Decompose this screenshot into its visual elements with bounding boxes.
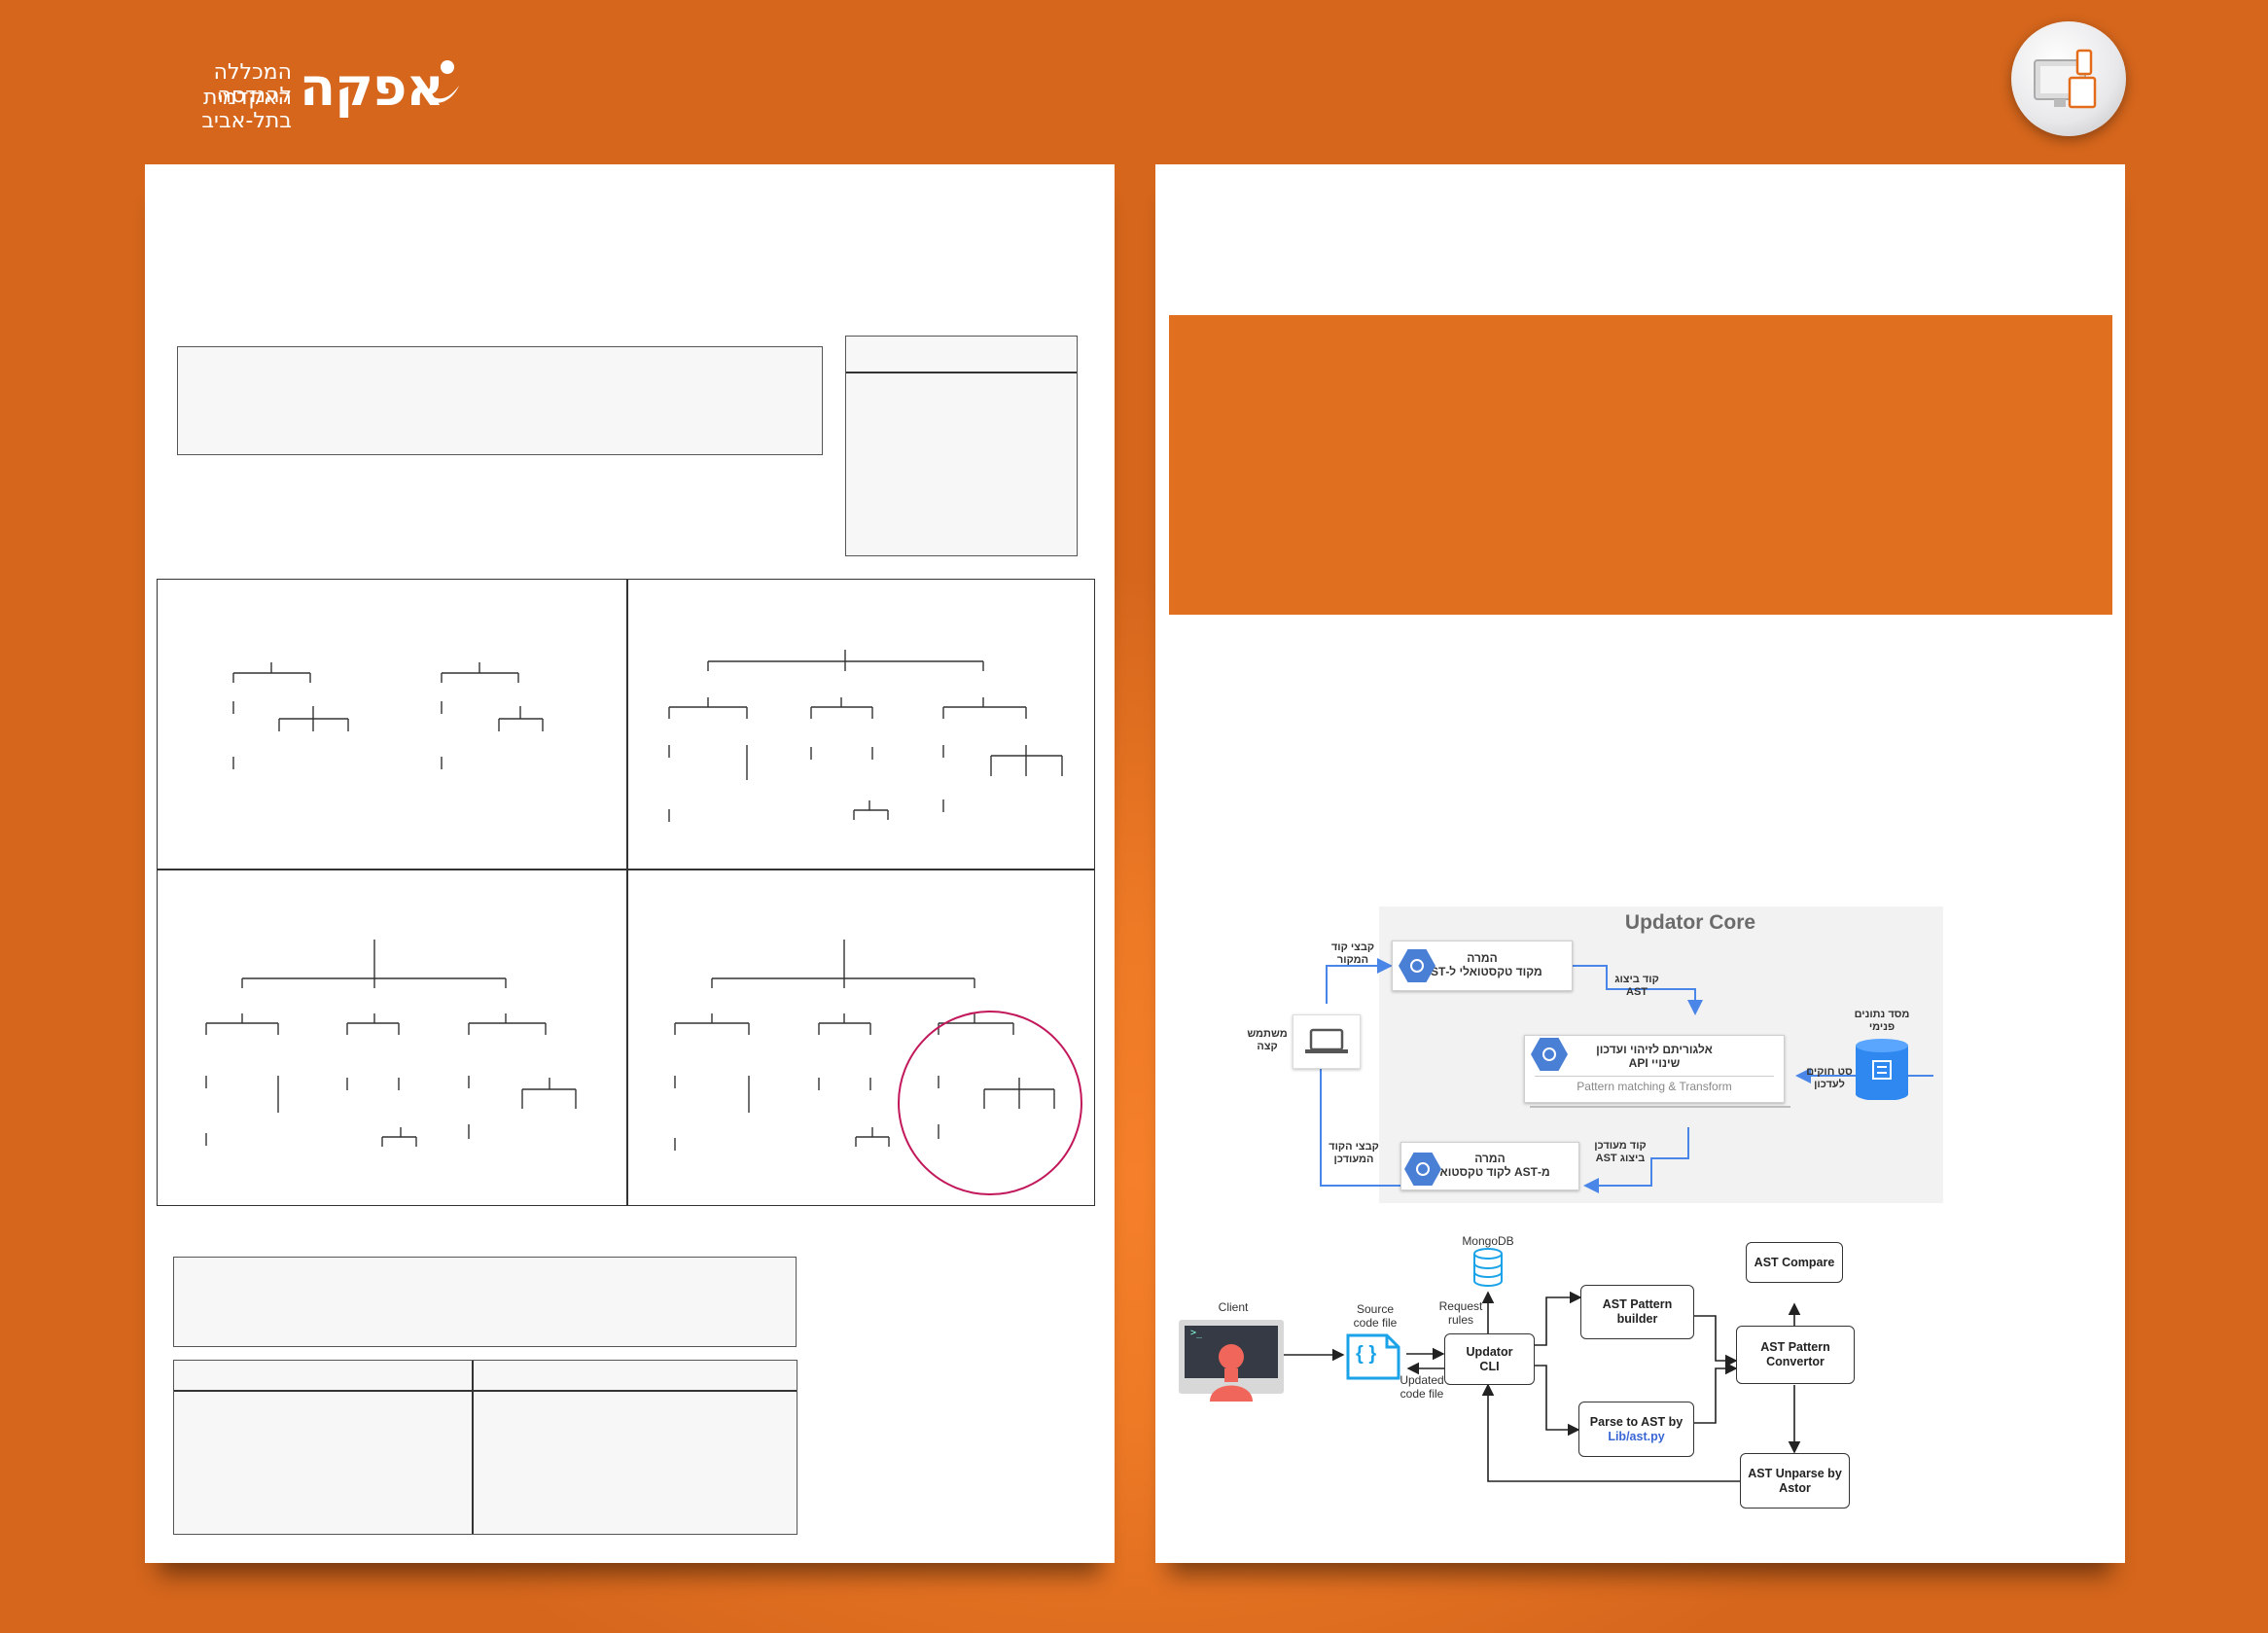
logo-wordmark: אפקה xyxy=(300,56,444,118)
ast-pattern-convertor-node: AST Pattern Convertor xyxy=(1736,1326,1855,1384)
terminal-prompt-icon: >_ xyxy=(1190,1328,1203,1338)
client-person-icon xyxy=(1210,1344,1253,1402)
bottom-table-column-line xyxy=(472,1361,474,1534)
label-source-files: קבצי קוד המקור xyxy=(1330,941,1375,966)
orange-highlight-block xyxy=(1169,315,2112,615)
label-request-rules: Request rules xyxy=(1438,1299,1483,1327)
text-box-bottom xyxy=(173,1257,797,1347)
ast-tree-diagrams xyxy=(205,650,1082,1195)
label-updated-code-file: Updated code file xyxy=(1400,1373,1444,1401)
label-updated-files: קבצי הקוד המעודכן xyxy=(1329,1141,1379,1165)
algorithm-box: אלגוריתם לזיהוי ועדכון שינויי API Patter… xyxy=(1524,1035,1785,1103)
internal-db-icon xyxy=(1854,1038,1910,1101)
updator-cli-node: Updator CLI xyxy=(1444,1333,1535,1385)
algorithm-stack-shadow xyxy=(1530,1103,1790,1108)
devices-monitor-icon xyxy=(2034,49,2097,109)
label-updated-ast: קוד מעודכן ביצוג AST xyxy=(1594,1140,1647,1164)
label-ast-code: קוד ביצוג AST xyxy=(1614,974,1659,998)
devices-badge xyxy=(2011,21,2126,136)
tree-grid xyxy=(157,579,1095,1206)
label-mongodb: MongoDB xyxy=(1462,1234,1514,1248)
parse-to-ast-link: Lib/ast.py xyxy=(1608,1429,1665,1443)
ast-pattern-builder-node: AST Pattern builder xyxy=(1580,1285,1694,1339)
mongodb-icon xyxy=(1472,1248,1504,1287)
bottom-table xyxy=(173,1360,797,1535)
algorithm-subtitle: Pattern matching & Transform xyxy=(1535,1076,1774,1093)
logo-subtitle-2: להנדסה בתל-אביב xyxy=(201,84,292,133)
label-source-code-file: Source code file xyxy=(1353,1302,1398,1330)
laptop-icon xyxy=(1305,1028,1348,1053)
side-table xyxy=(845,336,1078,556)
parse-to-ast-node: Parse to AST by Lib/ast.py xyxy=(1578,1402,1694,1457)
label-update-rules: סט חוקים לעדכון xyxy=(1806,1066,1853,1090)
ast-compare-node: AST Compare xyxy=(1746,1242,1843,1283)
source-file-icon: { } xyxy=(1344,1331,1402,1382)
afeka-logo: אפקה המכללה האקדמית להנדסה בתל-אביב xyxy=(136,51,467,133)
label-internal-db: מסד נתונים פנימי xyxy=(1854,1009,1910,1033)
text-box-top xyxy=(177,346,823,455)
arch-diagram-links xyxy=(1282,1291,1801,1482)
end-user-box xyxy=(1293,1014,1361,1069)
bottom-table-header-line xyxy=(174,1390,797,1392)
left-panel xyxy=(145,164,1115,1563)
label-client: Client xyxy=(1218,1300,1249,1314)
client-monitor: >_ xyxy=(1179,1320,1284,1402)
source-braces: { } xyxy=(1356,1343,1377,1365)
ast-unparse-node: AST Unparse by Astor xyxy=(1740,1453,1850,1509)
label-end-user: משתמש קצה xyxy=(1247,1028,1288,1052)
side-table-header-line xyxy=(846,372,1077,373)
right-panel: Updator Core המרה מקוד טקסטואלי ל-AST אל… xyxy=(1155,164,2125,1563)
